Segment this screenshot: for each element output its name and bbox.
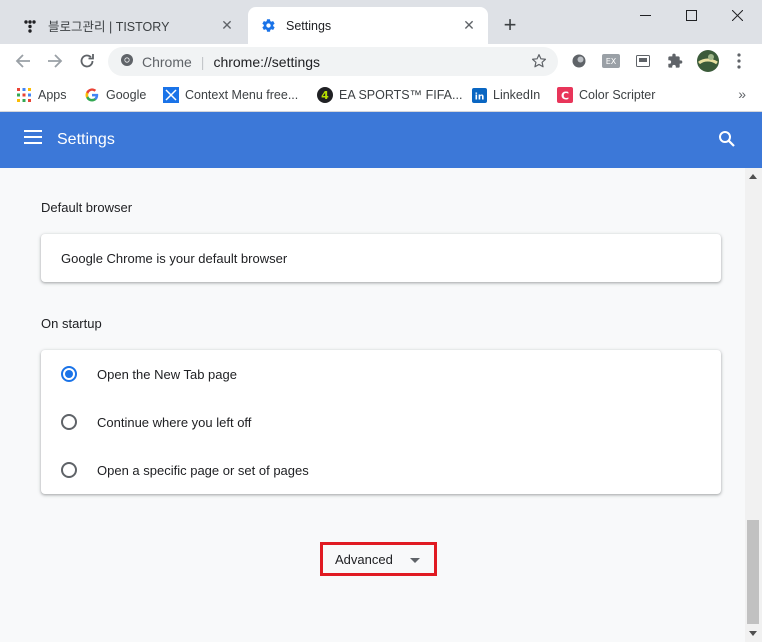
search-icon[interactable] (718, 130, 738, 150)
radio-button-checked[interactable] (61, 366, 77, 382)
svg-text:C: C (561, 90, 569, 103)
dropdown-arrow-icon (410, 558, 420, 563)
new-tab-button[interactable]: + (498, 12, 522, 37)
reload-icon[interactable] (74, 48, 100, 74)
avatar[interactable] (695, 48, 721, 74)
startup-option-label: Open a specific page or set of pages (97, 462, 309, 478)
default-browser-status: Google Chrome is your default browser (61, 251, 288, 266)
startup-option-label: Continue where you left off (97, 414, 252, 430)
bookmark-label: Google (106, 88, 147, 102)
radio-button[interactable] (61, 462, 77, 478)
tab-title: Settings (286, 18, 332, 33)
linkedin-icon: in (471, 87, 487, 103)
on-startup-title: On startup (41, 316, 102, 331)
scrollbar-thumb[interactable] (747, 520, 759, 624)
tab-title: 블로그관리 | TISTORY (48, 20, 170, 34)
on-startup-card: Open the New Tab page Continue where you… (41, 350, 721, 494)
omnibox[interactable]: Chrome | chrome://settings (108, 47, 558, 76)
tab-strip: 블로그관리 | TISTORY ✕ Settings ✕ + (0, 0, 762, 44)
settings-header: Settings (0, 112, 762, 168)
minimize-icon[interactable] (622, 0, 668, 30)
advanced-label: Advanced (335, 551, 393, 567)
default-browser-card: Google Chrome is your default browser (41, 234, 721, 282)
extension-icon[interactable] (632, 50, 654, 72)
startup-option-continue[interactable]: Continue where you left off (41, 398, 721, 446)
bookmark-label: Apps (38, 88, 67, 102)
tab-settings[interactable]: Settings ✕ (248, 7, 488, 44)
bookmark-apps[interactable]: Apps (16, 85, 67, 105)
svg-text:4: 4 (321, 89, 329, 102)
extension-icon[interactable]: EX (600, 50, 622, 72)
chrome-logo-icon (120, 53, 134, 70)
bookmark-label: EA SPORTS™ FIFA... (339, 88, 463, 102)
svg-text:in: in (474, 92, 484, 102)
radio-button[interactable] (61, 414, 77, 430)
star-icon[interactable] (530, 52, 550, 72)
bookmark-fifa[interactable]: 4 EA SPORTS™ FIFA... (317, 85, 462, 105)
svg-text:EX: EX (606, 57, 617, 66)
forward-arrow-icon[interactable] (42, 48, 68, 74)
page-title: Settings (57, 131, 115, 148)
tab-tistory[interactable]: 블로그관리 | TISTORY ✕ (10, 7, 246, 44)
context-menu-icon (163, 87, 179, 103)
maximize-icon[interactable] (668, 0, 714, 30)
scrollbar[interactable] (745, 168, 762, 642)
omnibox-chip: Chrome (142, 53, 192, 70)
bookmark-linkedin[interactable]: in LinkedIn (471, 85, 540, 105)
bookmarks-bar: Apps Google Context Menu free... 4 EA SP… (0, 78, 762, 112)
chevron-double-right-icon[interactable]: » (738, 86, 746, 102)
bookmark-google[interactable]: Google (84, 85, 146, 105)
google-icon (84, 87, 100, 103)
fifa-icon: 4 (317, 87, 333, 103)
toolbar: Chrome | chrome://settings EX (0, 44, 762, 78)
tistory-icon (20, 18, 40, 34)
scroll-down-arrow-icon[interactable] (749, 631, 757, 636)
gear-icon (258, 18, 278, 34)
back-arrow-icon[interactable] (10, 48, 36, 74)
apps-grid-icon (16, 87, 32, 103)
startup-option-new-tab[interactable]: Open the New Tab page (41, 350, 721, 398)
scroll-up-arrow-icon[interactable] (749, 174, 757, 179)
startup-option-label: Open the New Tab page (97, 366, 237, 382)
bookmark-context-menu[interactable]: Context Menu free... (163, 85, 298, 105)
advanced-button[interactable]: Advanced (320, 542, 437, 576)
omnibox-separator: | (200, 53, 205, 70)
bookmark-label: Context Menu free... (185, 88, 299, 102)
default-browser-title: Default browser (41, 200, 133, 215)
color-scripter-icon: C (557, 87, 573, 103)
menu-dots-icon[interactable] (728, 50, 750, 72)
startup-option-specific-pages[interactable]: Open a specific page or set of pages (41, 446, 721, 494)
extension-icon[interactable] (568, 50, 590, 72)
hamburger-menu-icon[interactable] (24, 130, 44, 150)
window-close-icon[interactable] (714, 0, 760, 30)
close-icon[interactable]: ✕ (216, 15, 238, 37)
bookmark-label: Color Scripter (579, 88, 656, 102)
settings-content: Default browser Google Chrome is your de… (0, 168, 745, 642)
omnibox-url[interactable]: chrome://settings (213, 54, 320, 70)
bookmark-label: LinkedIn (493, 88, 541, 102)
close-icon[interactable]: ✕ (458, 15, 480, 37)
puzzle-icon[interactable] (664, 50, 686, 72)
bookmark-color-scripter[interactable]: C Color Scripter (557, 85, 655, 105)
